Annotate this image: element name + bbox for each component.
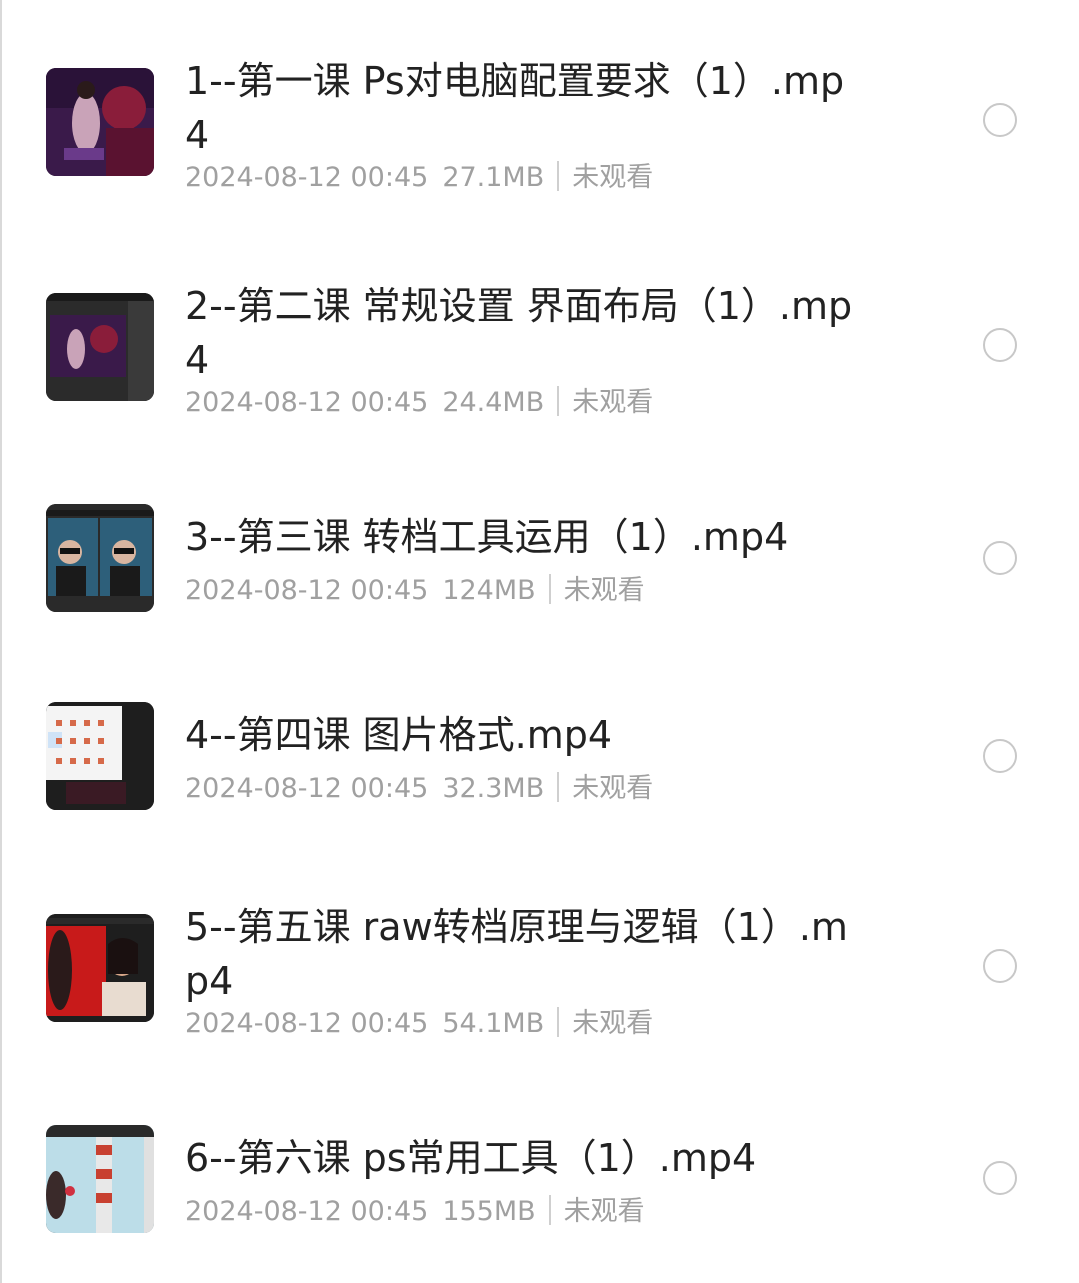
select-radio[interactable] (983, 949, 1017, 983)
file-date: 2024-08-12 00:45 (185, 1008, 429, 1039)
file-meta: 2024-08-12 00:45 24.4MB 未观看 (185, 385, 653, 421)
watch-status: 未观看 (572, 162, 654, 193)
video-thumbnail (46, 293, 154, 401)
file-title: 4--第四课 图片格式.mp4 (185, 713, 613, 757)
meta-divider (557, 161, 560, 191)
file-meta: 2024-08-12 00:45 124MB 未观看 (185, 573, 645, 609)
file-size: 24.4MB (442, 387, 545, 418)
file-title: 2--第二课 常规设置 界面布局（1）.mp4 (185, 284, 853, 382)
watch-status: 未观看 (572, 773, 654, 804)
video-thumbnail (46, 1125, 154, 1233)
file-date: 2024-08-12 00:45 (185, 773, 429, 804)
select-radio[interactable] (983, 739, 1017, 773)
select-radio[interactable] (983, 328, 1017, 362)
file-size: 124MB (442, 575, 536, 606)
file-title: 1--第一课 Ps对电脑配置要求（1）.mp4 (185, 59, 845, 157)
meta-divider (557, 772, 560, 802)
watch-status: 未观看 (563, 1196, 645, 1227)
video-thumbnail (46, 702, 154, 810)
select-radio[interactable] (983, 541, 1017, 575)
video-thumbnail (46, 68, 154, 176)
list-item[interactable]: 4--第四课 图片格式.mp4 2024-08-12 00:45 32.3MB 未观… (0, 650, 1079, 850)
meta-divider (557, 1007, 560, 1037)
file-date: 2024-08-12 00:45 (185, 162, 429, 193)
file-title: 6--第六课 ps常用工具（1）.mp4 (185, 1136, 757, 1180)
file-size: 27.1MB (442, 162, 545, 193)
select-radio[interactable] (983, 103, 1017, 137)
watch-status: 未观看 (572, 1008, 654, 1039)
video-thumbnail (46, 914, 154, 1022)
meta-divider (548, 574, 551, 604)
select-radio[interactable] (983, 1161, 1017, 1195)
list-item[interactable]: 3--第三课 转档工具运用（1）.mp4 2024-08-12 00:45 124… (0, 450, 1079, 650)
file-meta: 2024-08-12 00:45 27.1MB 未观看 (185, 160, 653, 196)
file-date: 2024-08-12 00:45 (185, 575, 429, 606)
file-size: 32.3MB (442, 773, 545, 804)
file-date: 2024-08-12 00:45 (185, 1196, 429, 1227)
list-item[interactable]: 6--第六课 ps常用工具（1）.mp4 2024-08-12 00:45 155… (0, 1075, 1079, 1283)
meta-divider (548, 1195, 551, 1225)
file-meta: 2024-08-12 00:45 32.3MB 未观看 (185, 771, 653, 807)
meta-divider (557, 386, 560, 416)
list-item[interactable]: 2--第二课 常规设置 界面布局（1）.mp4 2024-08-12 00:45… (0, 225, 1079, 450)
file-size: 155MB (442, 1196, 536, 1227)
file-title: 5--第五课 raw转档原理与逻辑（1）.mp4 (185, 905, 848, 1003)
list-item[interactable]: 1--第一课 Ps对电脑配置要求（1）.mp4 2024-08-12 00:45… (0, 0, 1079, 225)
file-title: 3--第三课 转档工具运用（1）.mp4 (185, 515, 789, 559)
file-meta: 2024-08-12 00:45 155MB 未观看 (185, 1194, 645, 1230)
file-date: 2024-08-12 00:45 (185, 387, 429, 418)
file-meta: 2024-08-12 00:45 54.1MB 未观看 (185, 1006, 653, 1042)
watch-status: 未观看 (572, 387, 654, 418)
list-item[interactable]: 5--第五课 raw转档原理与逻辑（1）.mp4 2024-08-12 00:4… (0, 850, 1079, 1075)
watch-status: 未观看 (563, 575, 645, 606)
file-size: 54.1MB (442, 1008, 545, 1039)
video-thumbnail (46, 504, 154, 612)
